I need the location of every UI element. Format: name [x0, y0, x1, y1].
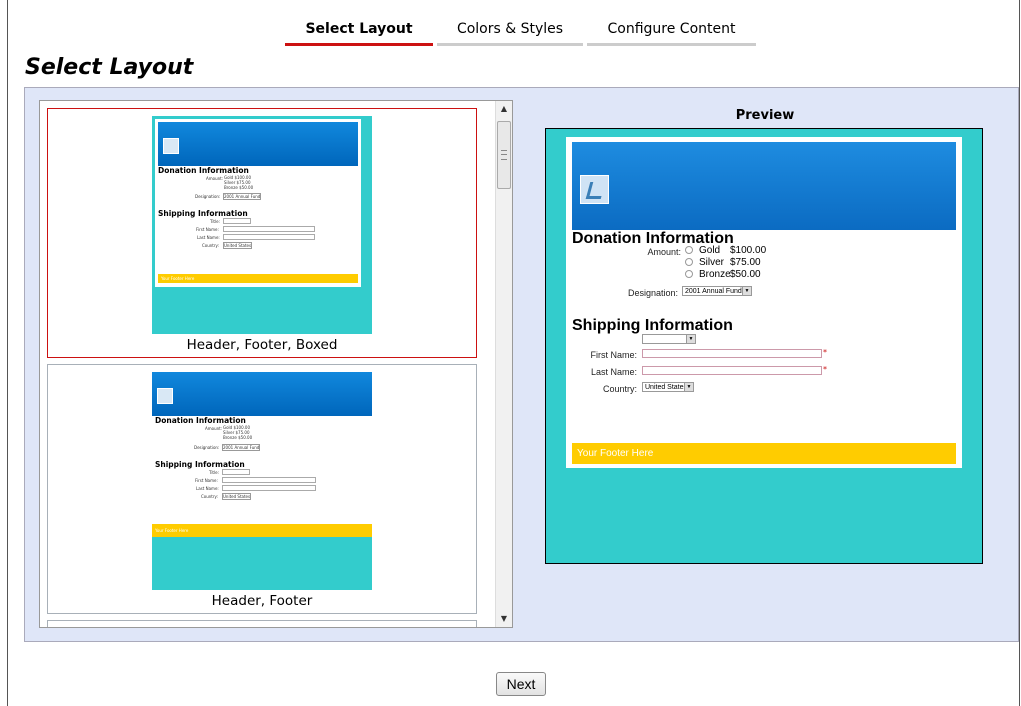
tab-label: Configure Content [607, 21, 736, 37]
tab-label: Colors & Styles [456, 21, 564, 37]
tab-configure-content[interactable]: Configure Content [587, 20, 756, 46]
thumb-country-label: Country: [202, 243, 219, 248]
page-title: Select Layout [25, 55, 194, 80]
thumb-country-label: Country: [201, 494, 218, 499]
thumb-title-field [223, 218, 251, 224]
logo-icon [157, 388, 173, 404]
thumb-last-name-field [222, 485, 316, 491]
preview-country-select: United States ▼ [642, 382, 694, 392]
preview-title-select: ▼ [642, 334, 696, 344]
layout-list[interactable]: Donation Information Amount: Gold $100.0… [39, 100, 513, 628]
thumb-shipping-heading: Shipping Information [155, 460, 245, 469]
required-marker: * [823, 365, 827, 374]
thumb-bronze: Bronze $50.00 [224, 185, 254, 190]
layout-panel: Donation Information Amount: Gold $100.0… [24, 87, 1019, 642]
thumb-shipping-heading: Shipping Information [158, 209, 248, 218]
thumb-last-name-field [223, 234, 315, 240]
preview-option-bronze: Bronze [685, 269, 731, 280]
thumb-title-label: Title: [209, 470, 219, 475]
preview-last-name-label: Last Name: [590, 367, 637, 377]
preview-amount-label: Amount: [647, 247, 681, 257]
scrollbar-thumb[interactable] [497, 121, 511, 189]
tab-label: Select Layout [305, 21, 413, 37]
scroll-down-icon[interactable]: ▼ [496, 611, 512, 627]
preview-price-bronze: $50.00 [730, 269, 761, 280]
preview-footer: Your Footer Here [572, 443, 956, 464]
layout-preview: Donation Information Amount: Gold $100.0… [545, 128, 983, 564]
layout-option-header-footer[interactable]: Donation Information Amount: Gold $100.0… [47, 364, 477, 614]
preview-price-silver: $75.00 [730, 257, 761, 268]
preview-last-name-field [642, 366, 822, 375]
thumb-designation-label: Designation: [195, 194, 221, 199]
preview-country-label: Country: [602, 384, 637, 394]
thumb-bronze: Bronze $50.00 [223, 435, 253, 440]
thumb-title-label: Title: [210, 219, 220, 224]
logo-icon [163, 138, 179, 154]
preview-price-gold: $100.00 [730, 245, 767, 256]
wizard-tabs: Select Layout Colors & Styles Configure … [0, 0, 1021, 48]
preview-first-name-label: First Name: [590, 350, 637, 360]
tab-select-layout[interactable]: Select Layout [285, 20, 433, 46]
thumb-first-name-label: First Name: [195, 478, 218, 483]
thumb-footer: Your Footer Here [158, 274, 358, 283]
preview-shipping-heading: Shipping Information [572, 317, 733, 334]
thumb-last-name-label: Last Name: [197, 235, 220, 240]
preview-page: Donation Information Amount: Gold $100.0… [566, 137, 962, 468]
tab-colors-styles[interactable]: Colors & Styles [437, 20, 583, 46]
layout-option-label: Header, Footer [211, 593, 313, 609]
thumb-first-name-label: First Name: [196, 227, 219, 232]
logo-icon [580, 175, 609, 204]
layout-option-header-footer-boxed[interactable]: Donation Information Amount: Gold $100.0… [47, 108, 477, 358]
thumb-donation-heading: Donation Information [155, 416, 246, 425]
layout-thumbnail: Donation Information Amount: Gold $100.0… [152, 116, 372, 334]
thumb-country-select: United States [223, 242, 253, 249]
layout-list-scrollbar[interactable]: ▲ ▼ [495, 101, 512, 627]
preview-option-silver: Silver [685, 257, 724, 268]
thumb-designation-select: 2001 Annual Fund [223, 193, 262, 200]
preview-option-gold: Gold [685, 245, 720, 256]
preview-first-name-field [642, 349, 822, 358]
preview-designation-select: 2001 Annual Fund ▼ [682, 286, 752, 296]
thumb-donation-heading: Donation Information [158, 166, 249, 175]
layout-option-label: Header, Footer, Boxed [186, 337, 338, 353]
thumb-first-name-field [222, 477, 316, 483]
next-button[interactable]: Next [496, 672, 546, 696]
preview-designation-label: Designation: [627, 288, 678, 298]
scroll-up-icon[interactable]: ▲ [496, 101, 512, 117]
thumb-designation-select: 2001 Annual Fund [222, 444, 261, 451]
thumb-title-field [222, 469, 250, 475]
thumb-footer: Your Footer Here [152, 524, 372, 537]
layout-thumbnail: Donation Information Amount: Gold $100.0… [152, 372, 372, 590]
thumb-amount-label: Amount: [205, 426, 223, 431]
required-marker: * [823, 348, 827, 357]
thumb-first-name-field [223, 226, 315, 232]
layout-option-partial[interactable] [47, 620, 477, 627]
preview-header [572, 142, 956, 230]
thumb-amount-label: Amount: [206, 176, 224, 181]
thumb-country-select: United States [222, 493, 252, 500]
thumb-last-name-label: Last Name: [196, 486, 219, 491]
thumb-designation-label: Designation: [194, 445, 220, 450]
preview-title: Preview [735, 108, 795, 123]
